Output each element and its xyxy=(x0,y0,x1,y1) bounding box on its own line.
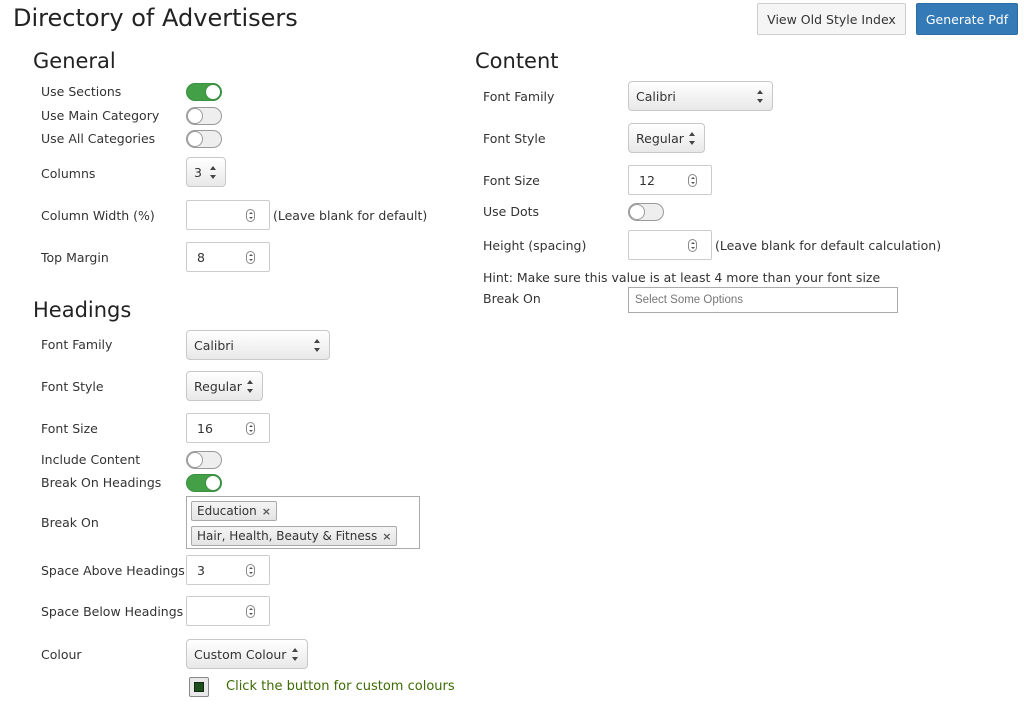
toggle-knob xyxy=(187,131,203,147)
headings-font-size-input[interactable]: 16 xyxy=(186,413,270,443)
space-below-headings-label: Space Below Headings xyxy=(41,604,184,619)
headings-font-style-value: Regular xyxy=(194,378,242,394)
headings-font-family-select[interactable]: Calibri xyxy=(186,330,330,360)
toggle-knob xyxy=(187,452,203,468)
generate-pdf-button[interactable]: Generate Pdf xyxy=(916,3,1018,35)
select-arrows-icon xyxy=(314,339,321,352)
columns-value: 3 xyxy=(194,164,202,180)
remove-chip-icon[interactable]: × xyxy=(262,505,271,518)
column-width-input[interactable] xyxy=(186,200,270,230)
use-sections-label: Use Sections xyxy=(41,84,122,99)
select-arrows-icon xyxy=(292,648,299,661)
content-font-size-value: 12 xyxy=(639,172,655,188)
content-break-on-placeholder: Select Some Options xyxy=(635,294,744,306)
custom-colour-button[interactable] xyxy=(189,677,209,697)
custom-colour-hint: Click the button for custom colours xyxy=(226,679,455,694)
space-above-headings-input[interactable]: 3 xyxy=(186,555,270,585)
spinner-icon[interactable] xyxy=(246,209,255,222)
spinner-icon[interactable] xyxy=(246,422,255,435)
colour-value: Custom Colour xyxy=(194,646,287,662)
column-width-label: Column Width (%) xyxy=(41,208,155,223)
space-above-headings-label: Space Above Headings xyxy=(41,563,185,578)
toggle-knob xyxy=(629,204,645,220)
font-size-hint: Hint: Make sure this value is at least 4… xyxy=(483,270,881,285)
general-section-title: General xyxy=(33,49,116,73)
headings-font-size-value: 16 xyxy=(197,420,213,436)
break-on-chip: Hair, Health, Beauty & Fitness × xyxy=(191,526,398,546)
column-width-hint: (Leave blank for default) xyxy=(273,208,428,223)
top-margin-input[interactable]: 8 xyxy=(186,242,270,272)
toggle-knob xyxy=(205,475,221,491)
use-dots-label: Use Dots xyxy=(483,204,540,219)
break-on-headings-label: Break On Headings xyxy=(41,475,162,490)
headings-font-size-label: Font Size xyxy=(41,421,98,436)
content-font-size-input[interactable]: 12 xyxy=(628,165,712,195)
content-font-family-value: Calibri xyxy=(636,88,676,104)
spinner-icon[interactable] xyxy=(246,564,255,577)
use-all-categories-label: Use All Categories xyxy=(41,131,156,146)
top-margin-value: 8 xyxy=(197,249,205,265)
content-font-family-select[interactable]: Calibri xyxy=(628,81,773,111)
content-font-style-label: Font Style xyxy=(483,131,546,146)
content-font-family-label: Font Family xyxy=(483,89,555,104)
include-content-toggle[interactable] xyxy=(186,451,222,469)
use-dots-toggle[interactable] xyxy=(628,203,664,221)
content-font-size-label: Font Size xyxy=(483,173,540,188)
content-font-style-value: Regular xyxy=(636,130,684,146)
remove-chip-icon[interactable]: × xyxy=(382,530,391,543)
select-arrows-icon xyxy=(210,166,217,179)
height-spacing-input[interactable] xyxy=(628,230,712,260)
headings-section-title: Headings xyxy=(33,298,132,322)
columns-label: Columns xyxy=(41,166,96,181)
chip-label: Hair, Health, Beauty & Fitness xyxy=(197,529,378,543)
content-break-on-multiselect[interactable]: Select Some Options xyxy=(628,287,898,313)
spinner-icon[interactable] xyxy=(246,605,255,618)
columns-select[interactable]: 3 xyxy=(186,157,226,187)
spinner-icon[interactable] xyxy=(688,174,697,187)
space-below-headings-input[interactable] xyxy=(186,596,270,626)
headings-font-style-select[interactable]: Regular xyxy=(186,371,263,401)
use-sections-toggle[interactable] xyxy=(186,83,222,101)
height-spacing-label: Height (spacing) xyxy=(483,238,587,253)
select-arrows-icon xyxy=(689,132,696,145)
headings-break-on-label: Break On xyxy=(41,515,99,530)
break-on-headings-toggle[interactable] xyxy=(186,474,222,492)
use-all-categories-toggle[interactable] xyxy=(186,130,222,148)
toggle-knob xyxy=(205,84,221,100)
headings-font-family-label: Font Family xyxy=(41,337,113,352)
headings-font-family-value: Calibri xyxy=(194,337,234,353)
select-arrows-icon xyxy=(757,90,764,103)
colour-label: Colour xyxy=(41,647,82,662)
content-break-on-label: Break On xyxy=(483,291,541,306)
spinner-icon[interactable] xyxy=(688,239,697,252)
chip-label: Education xyxy=(197,504,257,518)
top-margin-label: Top Margin xyxy=(41,250,109,265)
content-font-style-select[interactable]: Regular xyxy=(628,123,705,153)
use-main-category-toggle[interactable] xyxy=(186,107,222,125)
select-arrows-icon xyxy=(247,380,254,393)
colour-select[interactable]: Custom Colour xyxy=(186,639,308,669)
include-content-label: Include Content xyxy=(41,452,141,467)
height-spacing-hint: (Leave blank for default calculation) xyxy=(715,238,942,253)
view-old-style-index-button[interactable]: View Old Style Index xyxy=(757,3,906,35)
use-main-category-label: Use Main Category xyxy=(41,108,160,123)
content-section-title: Content xyxy=(475,49,559,73)
colour-swatch-icon xyxy=(194,682,204,692)
headings-font-style-label: Font Style xyxy=(41,379,104,394)
break-on-chip: Education × xyxy=(191,501,277,521)
spinner-icon[interactable] xyxy=(246,251,255,264)
toggle-knob xyxy=(187,108,203,124)
headings-break-on-multiselect[interactable]: Education × Hair, Health, Beauty & Fitne… xyxy=(186,496,420,549)
page-title: Directory of Advertisers xyxy=(13,4,298,32)
space-above-headings-value: 3 xyxy=(197,562,205,578)
